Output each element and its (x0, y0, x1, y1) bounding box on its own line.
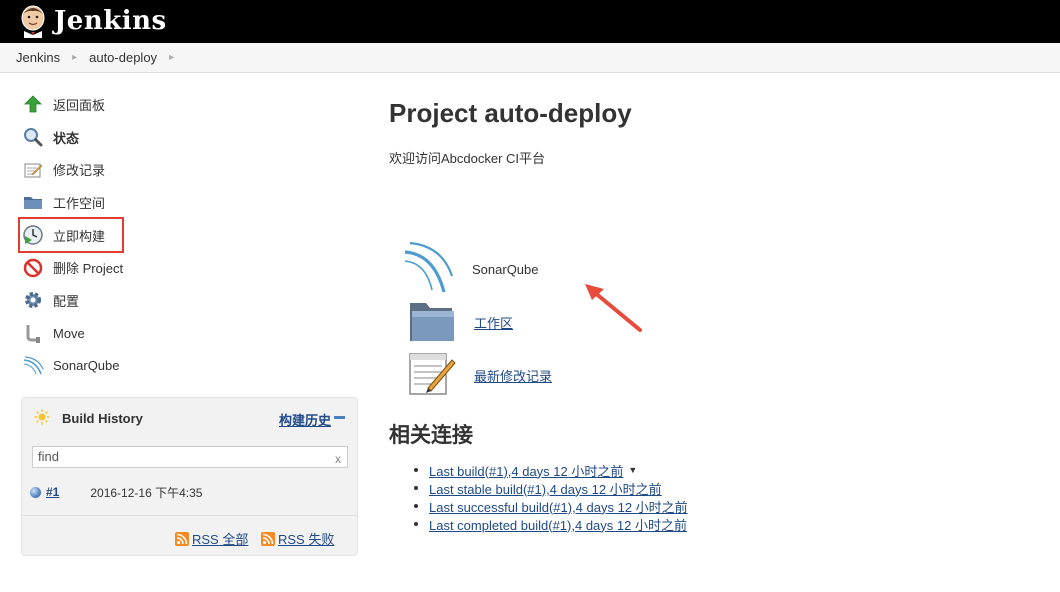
list-item: Last build(#1),4 days 12 小时之前 ▼ (414, 461, 688, 479)
sonarqube-icon (22, 355, 44, 377)
build-date: 2016-12-16 下午4:35 (90, 485, 203, 500)
task-back-to-dashboard[interactable]: 返回面板 (22, 88, 282, 121)
action-label[interactable]: 工作区 (474, 313, 513, 332)
task-workspace[interactable]: 工作空间 (22, 186, 282, 219)
task-label[interactable]: 立即构建 (53, 226, 105, 245)
sidebar-tasks: 返回面板 状态 修改记录 工作空间 立即构建 删除 Project 配置 Mov… (18, 88, 282, 383)
permalink-last-completed[interactable]: Last completed build(#1),4 days 12 小时之前 (429, 515, 687, 534)
list-item: Last completed build(#1),4 days 12 小时之前 (414, 515, 688, 533)
up-arrow-icon (22, 93, 44, 115)
breadcrumb: Jenkins ▸ auto-deploy ▸ (0, 43, 1060, 73)
task-label[interactable]: 配置 (53, 291, 79, 310)
breadcrumb-separator-icon[interactable]: ▸ (169, 52, 174, 63)
build-search-value: find (38, 449, 59, 464)
folder-icon (408, 299, 456, 346)
permalink-last-stable[interactable]: Last stable build(#1),4 days 12 小时之前 (429, 479, 662, 498)
breadcrumb-separator-icon[interactable]: ▸ (72, 52, 77, 63)
clock-build-icon (22, 224, 44, 246)
annotation-arrow-icon (585, 284, 642, 332)
rss-icon (261, 531, 275, 546)
action-label[interactable]: 最新修改记录 (474, 366, 552, 385)
task-status[interactable]: 状态 (22, 121, 282, 154)
notepad-icon (408, 350, 456, 401)
rss-failed-link[interactable]: RSS 失败 (261, 529, 334, 548)
action-label: SonarQube (472, 262, 539, 277)
project-description: 欢迎访问Abcdocker CI平台 (389, 151, 546, 166)
task-sonarqube[interactable]: SonarQube (22, 350, 282, 383)
notepad-icon (22, 159, 44, 181)
build-status-ball-icon (30, 486, 41, 498)
main-action-workspace[interactable]: 工作区 (408, 299, 513, 346)
build-history-footer: RSS 全部 RSS 失败 (22, 515, 357, 555)
list-item: Last stable build(#1),4 days 12 小时之前 (414, 479, 688, 497)
sun-weather-icon (34, 409, 50, 428)
task-label[interactable]: Move (53, 326, 85, 341)
no-entry-icon (22, 257, 44, 279)
clear-search-button[interactable]: x (335, 449, 341, 469)
task-label[interactable]: 状态 (53, 128, 79, 147)
jenkins-logo[interactable]: Jenkins (18, 4, 167, 38)
collapse-icon[interactable] (334, 416, 345, 419)
pipe-icon (22, 322, 44, 344)
page-title: Project auto-deploy (389, 98, 632, 128)
gear-icon (22, 289, 44, 311)
magnifier-icon (22, 126, 44, 148)
breadcrumb-jenkins[interactable]: Jenkins (16, 50, 60, 65)
main-action-sonarqube[interactable]: SonarQube (402, 240, 539, 299)
permalink-last-successful[interactable]: Last successful build(#1),4 days 12 小时之前 (429, 497, 688, 516)
rss-all-link[interactable]: RSS 全部 (175, 529, 248, 548)
sonarqube-icon (402, 240, 454, 299)
task-move[interactable]: Move (22, 317, 282, 350)
build-number-link[interactable]: #1 (46, 485, 59, 499)
breadcrumb-auto-deploy[interactable]: auto-deploy (89, 50, 157, 65)
top-header: Jenkins (0, 0, 1060, 43)
build-row[interactable]: #1 2016-12-16 下午4:35 (30, 483, 350, 501)
task-label[interactable]: 删除 Project (53, 258, 123, 277)
build-search-input[interactable]: find x (32, 446, 348, 468)
permalinks-list: Last build(#1),4 days 12 小时之前 ▼ Last stab… (414, 461, 688, 533)
task-delete-project[interactable]: 删除 Project (22, 251, 282, 284)
build-trend-link[interactable]: 构建历史 (279, 410, 331, 429)
rss-failed-label: RSS 失败 (278, 532, 335, 547)
rss-all-label: RSS 全部 (192, 532, 249, 547)
permalink-last-build[interactable]: Last build(#1),4 days 12 小时之前 (429, 461, 623, 480)
task-label[interactable]: 修改记录 (53, 160, 105, 179)
task-label[interactable]: SonarQube (53, 358, 120, 373)
task-changes[interactable]: 修改记录 (22, 153, 282, 186)
dropdown-caret-icon[interactable]: ▼ (628, 465, 637, 475)
list-item: Last successful build(#1),4 days 12 小时之前 (414, 497, 688, 515)
build-history-panel: Build History 构建历史 find x #1 2016-12-16 … (21, 397, 358, 556)
permalinks-title: 相关连接 (389, 424, 473, 447)
build-history-title: Build History (62, 410, 143, 426)
task-configure[interactable]: 配置 (22, 284, 282, 317)
jenkins-butler-icon (18, 4, 48, 38)
app-name: Jenkins (54, 6, 167, 36)
task-label[interactable]: 返回面板 (53, 95, 105, 114)
task-label[interactable]: 工作空间 (53, 193, 105, 212)
main-action-changes[interactable]: 最新修改记录 (408, 350, 552, 401)
rss-icon (175, 531, 189, 546)
folder-icon (22, 191, 44, 213)
task-build-now[interactable]: 立即构建 (18, 216, 124, 254)
